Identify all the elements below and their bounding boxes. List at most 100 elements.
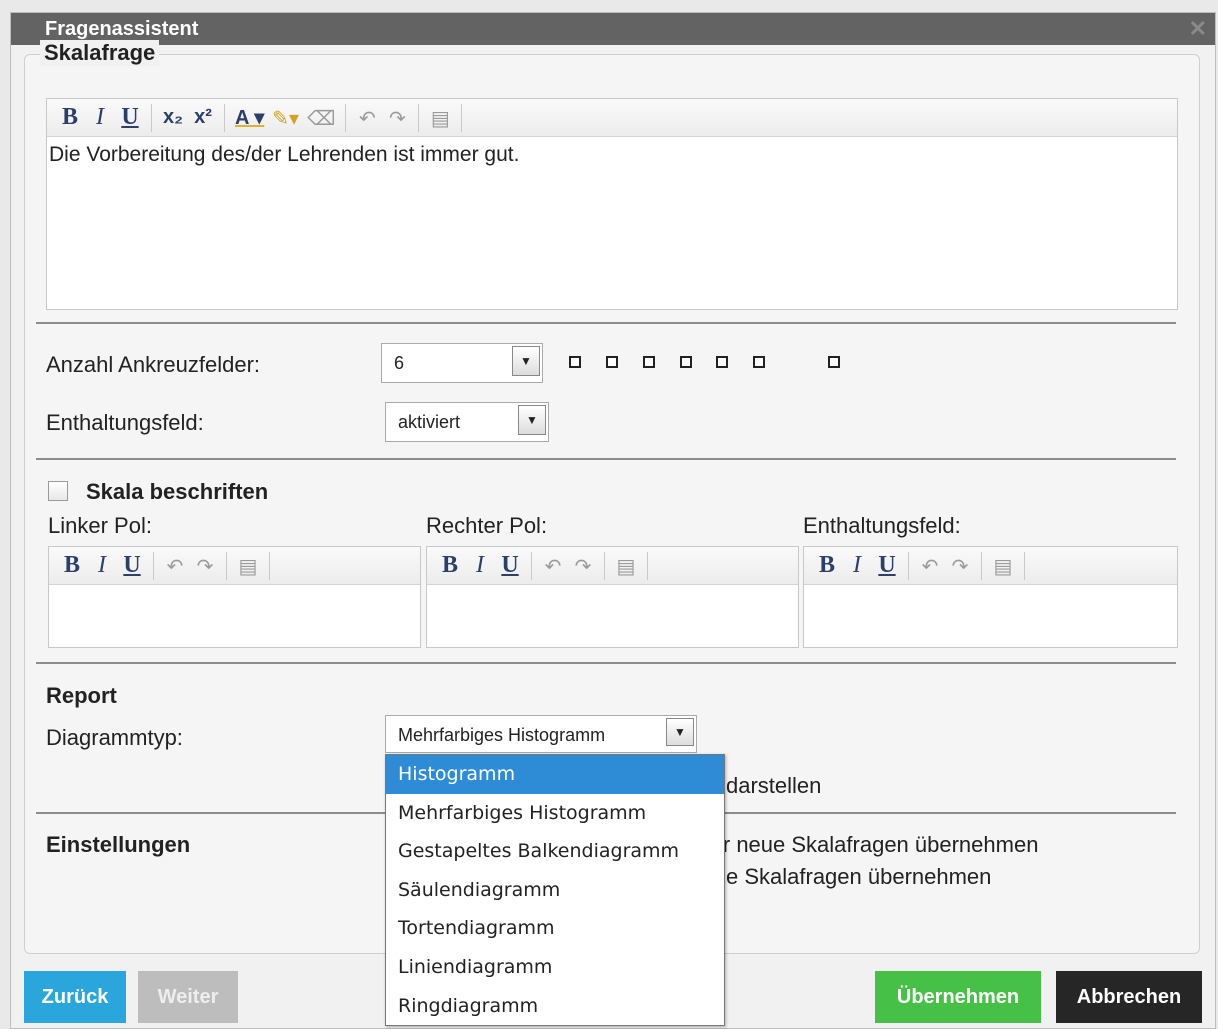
scale-checkbox-preview bbox=[716, 356, 728, 368]
toolbar-separator bbox=[224, 103, 225, 132]
abstain-label: Enthaltungsfeld: bbox=[803, 513, 961, 538]
scale-checkbox-preview bbox=[753, 356, 765, 368]
chevron-down-icon[interactable]: ▼ bbox=[512, 346, 540, 376]
dropdown-option[interactable]: Histogramm bbox=[386, 755, 724, 794]
clear-format-icon[interactable]: ⌫ bbox=[303, 103, 339, 133]
undo-icon[interactable]: ↶ bbox=[160, 551, 190, 581]
toolbar-separator bbox=[604, 551, 605, 580]
redo-icon[interactable]: ↷ bbox=[190, 551, 220, 581]
editor-toolbar: B I U ↶ ↷ ▤ bbox=[804, 547, 1177, 585]
question-editor[interactable]: B I U x₂ x² A ▾ ✎▾ ⌫ ↶ ↷ ▤ Die Vorbereit… bbox=[46, 98, 1178, 310]
undo-icon[interactable]: ↶ bbox=[352, 103, 382, 133]
toolbar-separator bbox=[269, 551, 270, 580]
underline-button[interactable]: U bbox=[495, 551, 525, 581]
toolbar-separator bbox=[981, 551, 982, 580]
dropdown-option[interactable]: Tortendiagramm bbox=[386, 909, 724, 948]
bold-button[interactable]: B bbox=[55, 103, 85, 133]
diagram-type-label: Diagrammtyp: bbox=[46, 725, 183, 750]
cancel-button[interactable]: Abbrechen bbox=[1056, 971, 1202, 1023]
editor-toolbar: B I U ↶ ↷ ▤ bbox=[49, 547, 420, 585]
toolbar-separator bbox=[1024, 551, 1025, 580]
toolbar-separator bbox=[908, 551, 909, 580]
bold-button[interactable]: B bbox=[57, 551, 87, 581]
chevron-down-icon[interactable]: ▼ bbox=[518, 405, 546, 435]
apply-button[interactable]: Übernehmen bbox=[875, 971, 1041, 1023]
font-color-button[interactable]: A ▾ bbox=[231, 103, 268, 133]
paste-icon[interactable]: ▤ bbox=[425, 103, 455, 133]
diagram-type-select[interactable]: Mehrfarbiges Histogramm ▼ bbox=[385, 715, 697, 753]
divider bbox=[36, 458, 1176, 460]
dialog-title: Fragenassistent bbox=[45, 18, 199, 40]
close-icon[interactable]: ✕ bbox=[1189, 13, 1207, 45]
underline-button[interactable]: U bbox=[872, 551, 902, 581]
skala-beschriften-checkbox[interactable] bbox=[48, 481, 68, 501]
toolbar-separator bbox=[461, 103, 463, 132]
editor-toolbar: B I U ↶ ↷ ▤ bbox=[427, 547, 798, 585]
scale-checkbox-preview bbox=[643, 356, 655, 368]
question-text[interactable]: Die Vorbereitung des/der Lehrenden ist i… bbox=[47, 137, 1177, 173]
toolbar-separator bbox=[153, 551, 154, 580]
toolbar-separator bbox=[345, 103, 347, 132]
settings-line-2: e Skalafragen übernehmen bbox=[726, 864, 992, 889]
paste-icon[interactable]: ▤ bbox=[611, 551, 641, 581]
enthaltung-select[interactable]: aktiviert ▼ bbox=[385, 402, 549, 442]
enthaltung-value: aktiviert bbox=[398, 412, 461, 432]
question-legend: Skalafrage bbox=[40, 40, 160, 66]
underline-button[interactable]: U bbox=[117, 551, 147, 581]
toolbar-separator bbox=[226, 551, 227, 580]
italic-button[interactable]: I bbox=[85, 103, 115, 133]
undo-icon[interactable]: ↶ bbox=[915, 551, 945, 581]
dialog-titlebar: Fragenassistent ✕ bbox=[11, 13, 1215, 45]
bold-button[interactable]: B bbox=[435, 551, 465, 581]
dropdown-option[interactable]: Gestapeltes Balkendiagramm bbox=[386, 832, 724, 871]
toolbar-separator bbox=[647, 551, 648, 580]
right-pole-label: Rechter Pol: bbox=[426, 513, 548, 538]
anzahl-select[interactable]: 6 ▼ bbox=[381, 343, 543, 383]
editor-toolbar: B I U x₂ x² A ▾ ✎▾ ⌫ ↶ ↷ ▤ bbox=[47, 99, 1177, 137]
paste-icon[interactable]: ▤ bbox=[988, 551, 1018, 581]
scale-checkbox-preview bbox=[680, 356, 692, 368]
highlight-icon[interactable]: ✎▾ bbox=[268, 103, 303, 133]
undo-icon[interactable]: ↶ bbox=[538, 551, 568, 581]
scale-checkbox-preview bbox=[606, 356, 618, 368]
settings-line-1: ir neue Skalafragen übernehmen bbox=[718, 832, 1039, 857]
next-button[interactable]: Weiter bbox=[138, 971, 238, 1023]
dropdown-option[interactable]: Liniendiagramm bbox=[386, 948, 724, 987]
back-button[interactable]: Zurück bbox=[24, 971, 126, 1023]
enthaltung-label: Enthaltungsfeld: bbox=[46, 410, 204, 435]
diagram-type-dropdown[interactable]: Histogramm Mehrfarbiges Histogramm Gesta… bbox=[385, 754, 725, 1026]
anzahl-label: Anzahl Ankreuzfelder: bbox=[46, 352, 261, 377]
dropdown-option[interactable]: Ringdiagramm bbox=[386, 987, 724, 1026]
dropdown-option[interactable]: Säulendiagramm bbox=[386, 871, 724, 910]
superscript-button[interactable]: x² bbox=[188, 103, 218, 133]
behind-text: darstellen bbox=[726, 773, 822, 798]
settings-heading: Einstellungen bbox=[46, 832, 191, 857]
scale-checkbox-preview bbox=[569, 356, 581, 368]
left-pole-editor[interactable]: B I U ↶ ↷ ▤ bbox=[48, 546, 421, 648]
bold-button[interactable]: B bbox=[812, 551, 842, 581]
redo-icon[interactable]: ↷ bbox=[568, 551, 598, 581]
underline-button[interactable]: U bbox=[115, 103, 145, 133]
abstain-editor[interactable]: B I U ↶ ↷ ▤ bbox=[803, 546, 1178, 648]
toolbar-separator bbox=[151, 103, 152, 132]
italic-button[interactable]: I bbox=[87, 551, 117, 581]
dropdown-option[interactable]: Mehrfarbiges Histogramm bbox=[386, 794, 724, 833]
chevron-down-icon[interactable]: ▼ bbox=[666, 718, 694, 746]
toolbar-separator bbox=[418, 103, 420, 132]
redo-icon[interactable]: ↷ bbox=[382, 103, 412, 133]
diagram-type-value: Mehrfarbiges Histogramm bbox=[398, 725, 606, 745]
left-pole-label: Linker Pol: bbox=[48, 513, 152, 538]
divider bbox=[36, 662, 1176, 664]
right-pole-editor[interactable]: B I U ↶ ↷ ▤ bbox=[426, 546, 799, 648]
subscript-button[interactable]: x₂ bbox=[158, 103, 188, 133]
divider bbox=[36, 322, 1176, 324]
redo-icon[interactable]: ↷ bbox=[945, 551, 975, 581]
skala-beschriften-label: Skala beschriften bbox=[86, 479, 269, 504]
report-heading: Report bbox=[46, 683, 117, 708]
italic-button[interactable]: I bbox=[842, 551, 872, 581]
paste-icon[interactable]: ▤ bbox=[233, 551, 263, 581]
anzahl-value: 6 bbox=[394, 353, 405, 373]
italic-button[interactable]: I bbox=[465, 551, 495, 581]
abstain-checkbox-preview bbox=[828, 356, 840, 368]
toolbar-separator bbox=[531, 551, 532, 580]
